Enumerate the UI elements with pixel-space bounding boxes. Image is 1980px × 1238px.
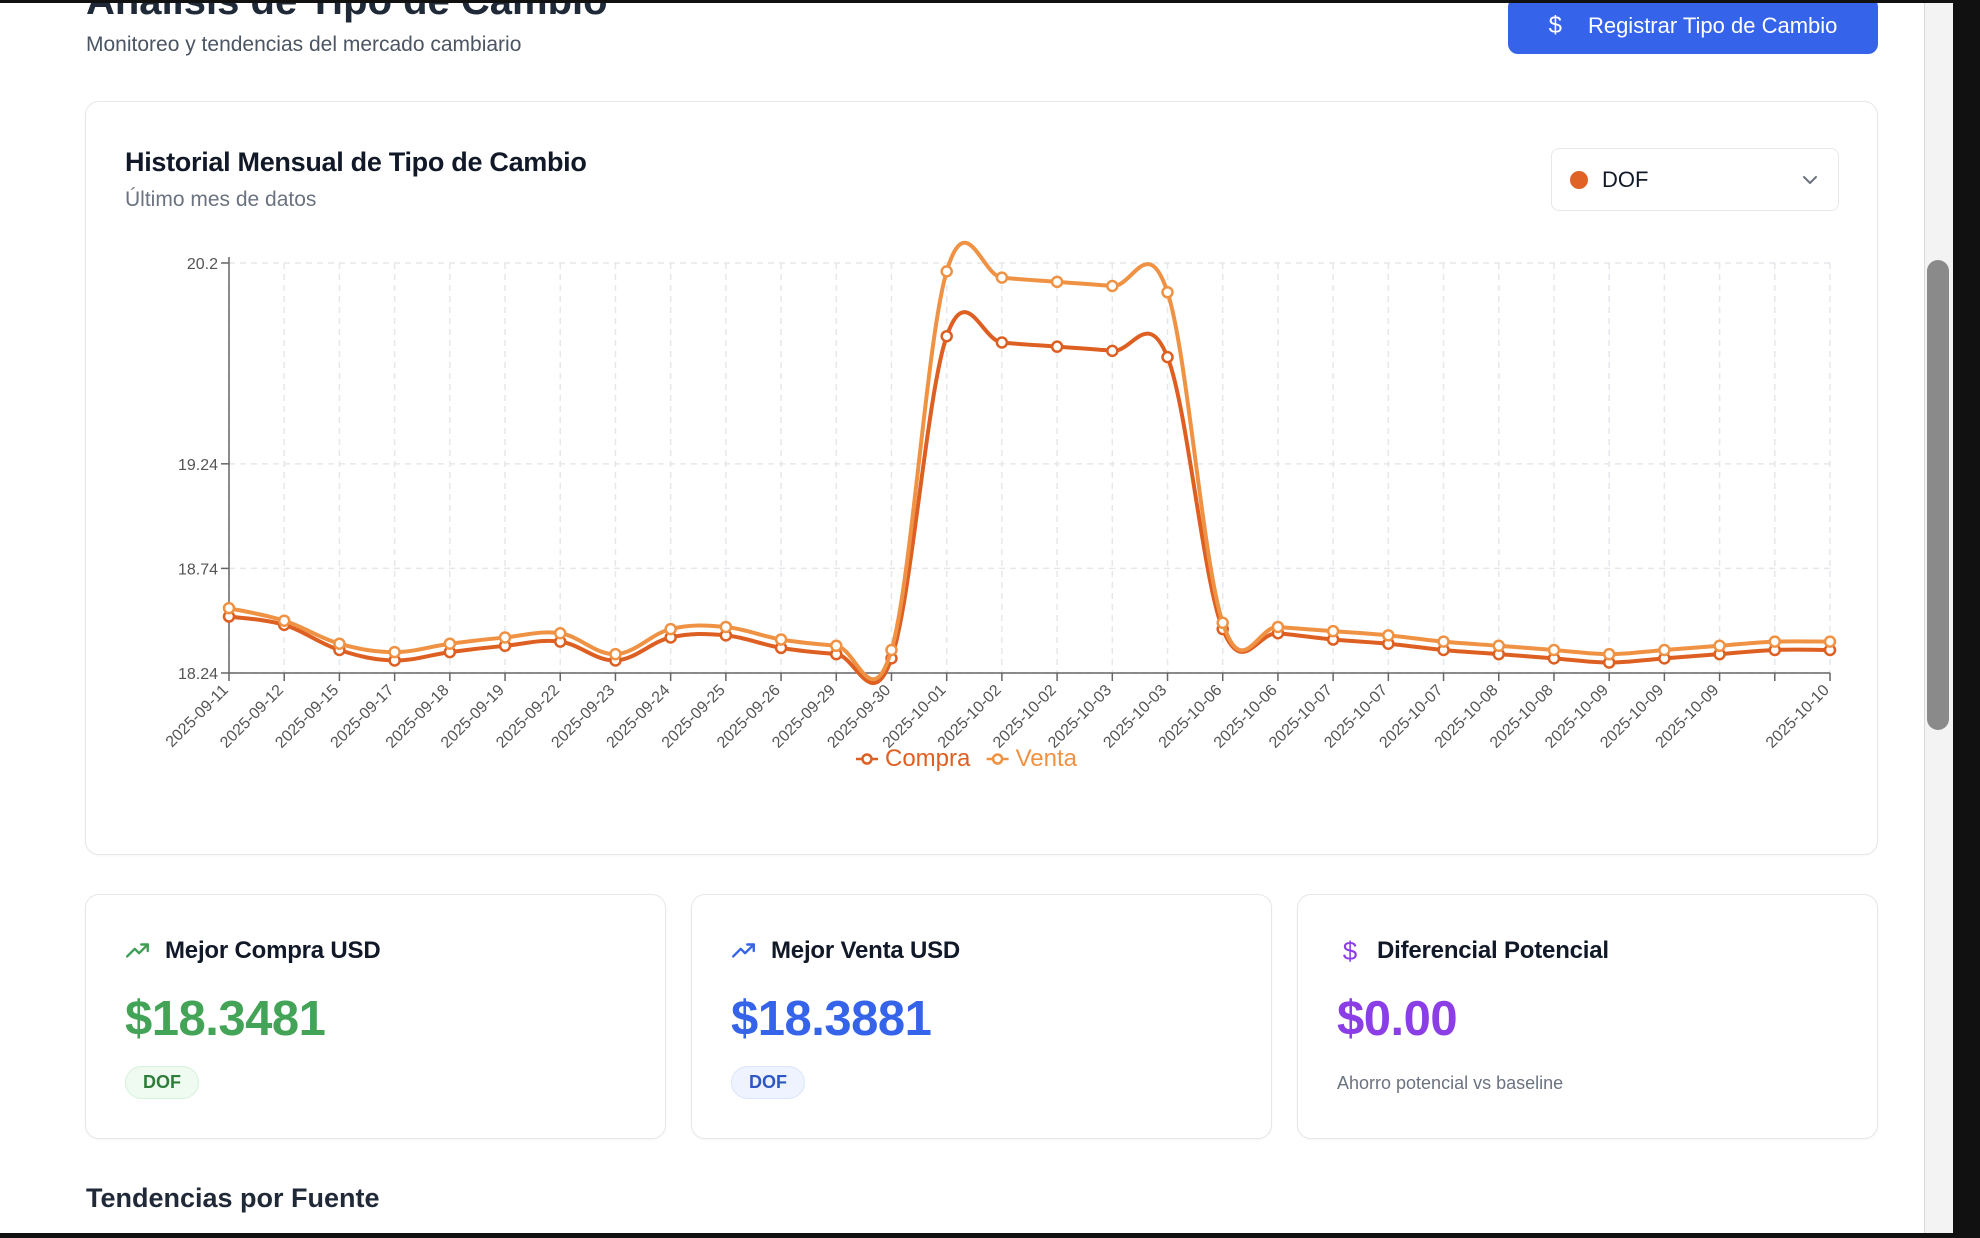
- data-point-venta: [609, 647, 622, 661]
- data-point-compra: [1050, 340, 1064, 353]
- series-line-venta: [228, 240, 1831, 682]
- legend-marker: [861, 753, 873, 765]
- dollar-icon: $: [1548, 11, 1562, 39]
- best-sell-card: Mejor Venta USD $18.3881 DOF: [691, 894, 1272, 1139]
- stat-note: Ahorro potencial vs baseline: [1337, 1073, 1564, 1093]
- chart-card: Historial Mensual de Tipo de Cambio Últi…: [85, 101, 1878, 855]
- data-point-venta: [1050, 275, 1064, 289]
- stat-value: $0.00: [1337, 992, 1458, 1046]
- data-point-venta: [830, 639, 843, 653]
- register-button-label: Registrar Tipo de Cambio: [1587, 12, 1838, 38]
- page-subtitle: Monitoreo y tendencias del mercado cambi…: [86, 33, 522, 56]
- data-point-venta: [774, 633, 788, 646]
- data-point-venta: [664, 622, 677, 636]
- data-point-venta: [1437, 635, 1450, 648]
- best-buy-card: Mejor Compra USD $18.3481 DOF: [85, 894, 666, 1139]
- data-point-venta: [553, 627, 567, 640]
- data-point-compra: [1161, 350, 1174, 364]
- data-point-venta: [222, 601, 236, 615]
- data-point-venta: [333, 637, 346, 650]
- data-point-compra: [995, 336, 1009, 349]
- y-tick-label: 18.74: [178, 561, 218, 578]
- data-point-venta: [1106, 279, 1119, 293]
- potential-differential-card: $ Diferencial Potencial $0.00 Ahorro pot…: [1297, 894, 1878, 1139]
- stat-label: Diferencial Potencial: [1377, 937, 1609, 964]
- stat-value: $18.3881: [731, 992, 932, 1046]
- data-point-venta: [1326, 624, 1340, 638]
- app-window: Análisis de Tipo de Cambio Monitoreo y t…: [0, 3, 1924, 1233]
- data-point-compra: [940, 329, 953, 343]
- section-title: Tendencias por Fuente: [86, 1183, 380, 1213]
- data-point-venta: [1271, 620, 1285, 634]
- data-point-venta: [1823, 635, 1837, 648]
- data-point-venta: [1547, 643, 1561, 657]
- source-badge: DOF: [731, 1066, 805, 1099]
- data-point-venta: [1768, 635, 1782, 648]
- x-tick-label: 2025-10-10: [1763, 682, 1833, 752]
- data-point-venta: [498, 631, 512, 644]
- series-line-compra: [228, 310, 1831, 686]
- exchange-rate-line-chart: 18.2418.7419.2420.22025-09-112025-09-122…: [163, 240, 1837, 772]
- page-title: Análisis de Tipo de Cambio: [86, 3, 608, 24]
- data-point-venta: [1658, 643, 1671, 657]
- data-point-venta: [443, 637, 457, 650]
- data-point-venta: [1713, 639, 1726, 653]
- stat-label: Mejor Venta USD: [771, 937, 961, 964]
- data-point-venta: [1492, 639, 1506, 653]
- data-point-venta: [885, 643, 898, 657]
- stat-value: $18.3481: [125, 992, 326, 1046]
- data-point-venta: [388, 645, 401, 659]
- legend-marker: [991, 753, 1004, 765]
- y-tick-label: 18.24: [178, 666, 218, 683]
- trending-up-icon: [731, 938, 757, 964]
- page-content: Análisis de Tipo de Cambio Monitoreo y t…: [0, 3, 1924, 1233]
- data-point-venta: [940, 265, 953, 278]
- data-point-compra: [1106, 344, 1119, 358]
- window-edge: [1953, 0, 1980, 1238]
- legend-label: Venta: [1016, 745, 1078, 772]
- data-point-venta: [719, 620, 733, 634]
- stat-label: Mejor Compra USD: [165, 937, 381, 964]
- data-point-venta: [1216, 616, 1229, 630]
- data-point-venta: [1382, 629, 1395, 642]
- data-point-venta: [995, 271, 1009, 284]
- y-tick-label: 20.2: [187, 256, 218, 273]
- source-badge: DOF: [125, 1066, 199, 1099]
- data-point-venta: [1602, 647, 1616, 661]
- data-point-venta: [1161, 286, 1174, 299]
- legend-label: Compra: [885, 745, 971, 772]
- y-tick-label: 19.24: [178, 457, 218, 474]
- dollar-icon: $: [1342, 935, 1358, 966]
- data-point-venta: [277, 614, 291, 627]
- scrollbar-thumb[interactable]: [1927, 260, 1949, 730]
- trending-up-icon: [125, 938, 151, 964]
- register-exchange-rate-button[interactable]: $ Registrar Tipo de Cambio: [1508, 3, 1878, 54]
